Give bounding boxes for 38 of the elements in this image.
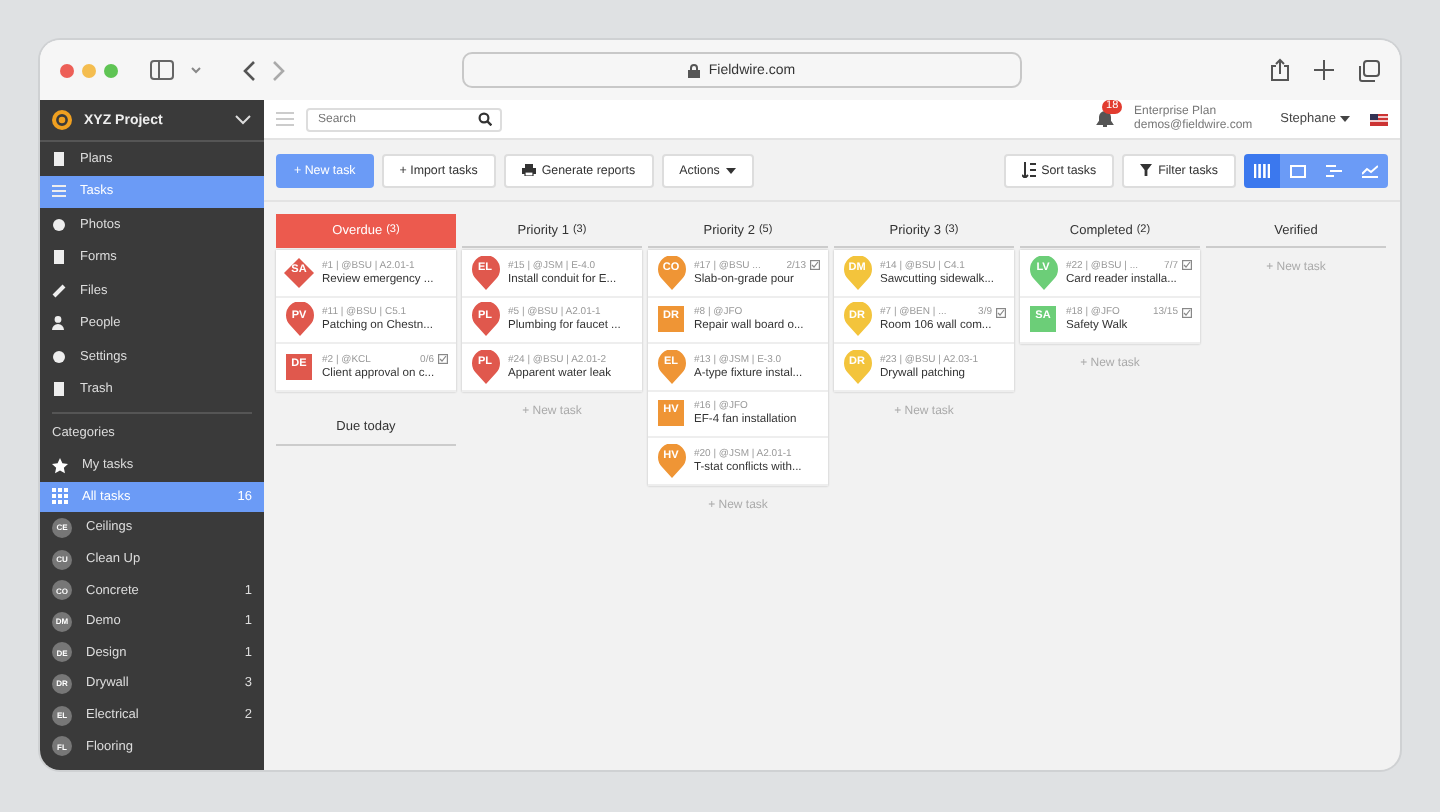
nav-icon — [52, 184, 66, 199]
sidebar-toggle-icon[interactable] — [150, 60, 174, 80]
nav-icon — [52, 151, 66, 166]
view-toggle-button[interactable] — [1352, 153, 1388, 187]
search-icon — [478, 112, 492, 126]
nav-icon — [52, 382, 66, 397]
tabs-icon[interactable] — [1358, 59, 1380, 81]
view-toggle-button[interactable] — [1244, 153, 1280, 187]
nav-icon — [52, 349, 66, 364]
nav-icon — [52, 250, 66, 265]
filter-icon — [1140, 164, 1153, 176]
checkbox-icon — [438, 354, 448, 365]
view-toggle-button[interactable] — [1280, 153, 1316, 187]
line-chart-icon — [1362, 163, 1378, 177]
forward-icon[interactable] — [272, 59, 286, 81]
nav-icon — [52, 283, 66, 298]
flag-icon[interactable] — [1370, 113, 1388, 125]
back-icon[interactable] — [242, 59, 256, 81]
star-icon — [52, 457, 68, 474]
plus-icon[interactable] — [1314, 60, 1334, 80]
checkbox-icon — [1182, 307, 1192, 318]
nav-icon — [52, 316, 66, 331]
sort-icon — [1021, 162, 1036, 178]
checkbox-icon — [810, 260, 820, 271]
grid-icon — [52, 488, 68, 505]
checkbox-icon — [1182, 260, 1192, 271]
nav-icon — [52, 217, 66, 232]
lock-icon — [688, 63, 701, 77]
printer-icon — [521, 164, 536, 176]
caret-icon — [1340, 116, 1350, 122]
logo-icon — [52, 110, 72, 130]
columns-icon — [1254, 163, 1270, 177]
checkbox-icon — [996, 307, 1006, 318]
share-icon[interactable] — [1270, 58, 1290, 82]
bars-icon — [1326, 163, 1342, 177]
bell-icon[interactable] — [1096, 110, 1115, 128]
caret-icon — [725, 167, 736, 173]
close-light[interactable] — [60, 63, 74, 77]
